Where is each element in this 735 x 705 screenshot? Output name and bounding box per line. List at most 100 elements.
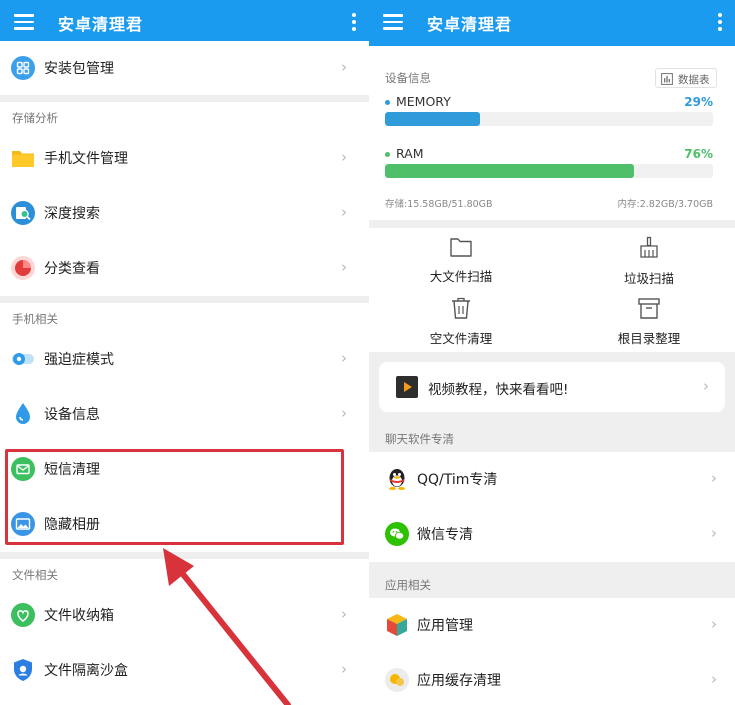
chevron-right-icon: › — [711, 615, 717, 633]
right-screen: 安卓清理君 设备信息 数据表 MEMORY 29% RAM 76% 存储:15.… — [369, 0, 735, 705]
folder-outline-icon — [450, 238, 472, 257]
menu-item-label: 安装包管理 — [44, 61, 114, 77]
tool-label: 大文件扫描 — [429, 269, 493, 284]
menu-item-ocd-mode[interactable]: 强迫症模式 › — [0, 332, 369, 387]
chevron-right-icon: › — [341, 203, 347, 221]
memory-label: MEMORY — [396, 94, 451, 109]
qq-penguin-icon — [389, 469, 405, 490]
menu-item-label: 文件收纳箱 — [44, 608, 114, 624]
wechat-icon — [385, 522, 409, 546]
menu-item-wechat[interactable]: 微信专清 › — [369, 507, 735, 562]
memory-bar-fill — [385, 112, 481, 126]
apk-grid-icon — [11, 56, 35, 80]
chevron-right-icon: › — [341, 605, 347, 623]
section-title-storage: 存储分析 — [12, 111, 58, 125]
section-title-files: 文件相关 — [12, 568, 58, 582]
ram-label: RAM — [396, 146, 424, 161]
storage-usage: 存储:15.58GB/51.80GB — [385, 199, 493, 210]
video-play-icon — [396, 376, 418, 398]
device-info-card: 设备信息 数据表 MEMORY 29% RAM 76% 存储:15.58GB/5… — [369, 46, 735, 220]
menu-item-file-manager[interactable]: 手机文件管理 › — [0, 131, 369, 186]
menu-item-app-cache-clean[interactable]: 应用缓存清理 › — [369, 653, 735, 705]
ram-bar-fill — [385, 164, 635, 178]
ram-bar — [385, 164, 713, 178]
memory-bar — [385, 112, 713, 126]
cube-icon — [387, 614, 407, 636]
chevron-right-icon: › — [711, 670, 717, 688]
menu-item-label: 微信专清 — [417, 527, 473, 543]
ram-dot: RAM — [385, 146, 424, 161]
chevron-right-icon: › — [341, 148, 347, 166]
app-title: 安卓清理君 — [58, 15, 144, 34]
chevron-right-icon: › — [341, 58, 347, 76]
highlight-box — [5, 449, 344, 545]
heart-icon — [11, 603, 35, 627]
menu-item-label: 深度搜索 — [44, 206, 100, 222]
chevron-right-icon: › — [711, 524, 717, 542]
pie-chart-icon — [11, 256, 35, 280]
menu-item-app-manager[interactable]: 应用管理 › — [369, 598, 735, 653]
chevron-right-icon: › — [703, 377, 709, 395]
cache-icon — [385, 668, 409, 692]
data-table-label: 数据表 — [678, 74, 710, 86]
left-app-bar: 安卓清理君 — [0, 0, 369, 46]
menu-item-label: 应用缓存清理 — [417, 673, 501, 689]
section-title-phone: 手机相关 — [12, 312, 58, 326]
menu-icon[interactable] — [383, 14, 403, 30]
tools-card: 大文件扫描 垃圾扫描 空文件清理 根目录整理 — [369, 228, 735, 352]
ram-percent: 76% — [684, 147, 713, 161]
section-gap — [0, 296, 369, 303]
left-screen: 安卓清理君 安装包管理 › 存储分析 手机文件管理 › 深度搜索 › 分类查看 … — [0, 0, 369, 705]
menu-item-label: 手机文件管理 — [44, 151, 128, 167]
right-app-bar: 安卓清理君 — [369, 0, 735, 46]
broom-icon — [640, 236, 658, 258]
shield-icon — [14, 659, 32, 681]
trash-icon — [452, 297, 470, 319]
tool-big-file-scan[interactable]: 大文件扫描 — [401, 236, 521, 285]
archive-box-icon — [638, 298, 660, 319]
chevron-right-icon: › — [341, 404, 347, 422]
chevron-right-icon: › — [341, 258, 347, 276]
tool-junk-scan[interactable]: 垃圾扫描 — [589, 236, 709, 287]
folder-icon — [12, 151, 34, 167]
ram-usage: 内存:2.82GB/3.70GB — [617, 199, 713, 210]
menu-item-label: 强迫症模式 — [44, 352, 114, 368]
app-title: 安卓清理君 — [427, 15, 513, 34]
menu-item-label: 应用管理 — [417, 618, 473, 634]
chevron-right-icon: › — [341, 660, 347, 678]
water-drop-icon — [16, 403, 30, 424]
chevron-right-icon: › — [341, 349, 347, 367]
tutorial-text: 视频教程，快来看看吧! — [428, 382, 569, 398]
tool-root-dir-organize[interactable]: 根目录整理 — [589, 296, 709, 347]
menu-item-label: QQ/Tim专清 — [417, 472, 498, 488]
menu-item-file-sandbox[interactable]: 文件隔离沙盒 › — [0, 643, 369, 698]
section-title-chat: 聊天软件专清 — [385, 432, 454, 446]
section-gap — [0, 95, 369, 102]
section-gap — [0, 552, 369, 559]
menu-item-label: 分类查看 — [44, 261, 100, 277]
menu-item-label: 文件隔离沙盒 — [44, 663, 128, 679]
menu-item-qq-tim[interactable]: QQ/Tim专清 › — [369, 452, 735, 507]
memory-percent: 29% — [684, 95, 713, 109]
menu-item-category-view[interactable]: 分类查看 › — [0, 241, 369, 296]
bar-chart-icon — [661, 73, 673, 85]
section-title-apps: 应用相关 — [385, 578, 431, 592]
tool-empty-file-clean[interactable]: 空文件清理 — [401, 296, 521, 347]
device-info-title: 设备信息 — [385, 71, 431, 85]
tool-label: 空文件清理 — [429, 331, 493, 346]
menu-item-label: 设备信息 — [44, 407, 100, 423]
chevron-right-icon: › — [711, 469, 717, 487]
video-tutorial-banner[interactable]: 视频教程，快来看看吧! › — [379, 362, 725, 412]
tool-label: 根目录整理 — [617, 331, 681, 346]
memory-dot: MEMORY — [385, 94, 451, 109]
menu-item-apk-manager[interactable]: 安装包管理 › — [0, 41, 369, 96]
more-options-icon[interactable] — [351, 13, 357, 33]
menu-item-file-box[interactable]: 文件收纳箱 › — [0, 588, 369, 643]
menu-icon[interactable] — [14, 14, 34, 30]
data-table-button[interactable]: 数据表 — [655, 68, 717, 88]
menu-item-deep-search[interactable]: 深度搜索 › — [0, 186, 369, 241]
deep-search-icon — [11, 201, 35, 225]
more-options-icon[interactable] — [717, 13, 723, 33]
tool-label: 垃圾扫描 — [623, 271, 674, 286]
menu-item-device-info[interactable]: 设备信息 › — [0, 387, 369, 442]
